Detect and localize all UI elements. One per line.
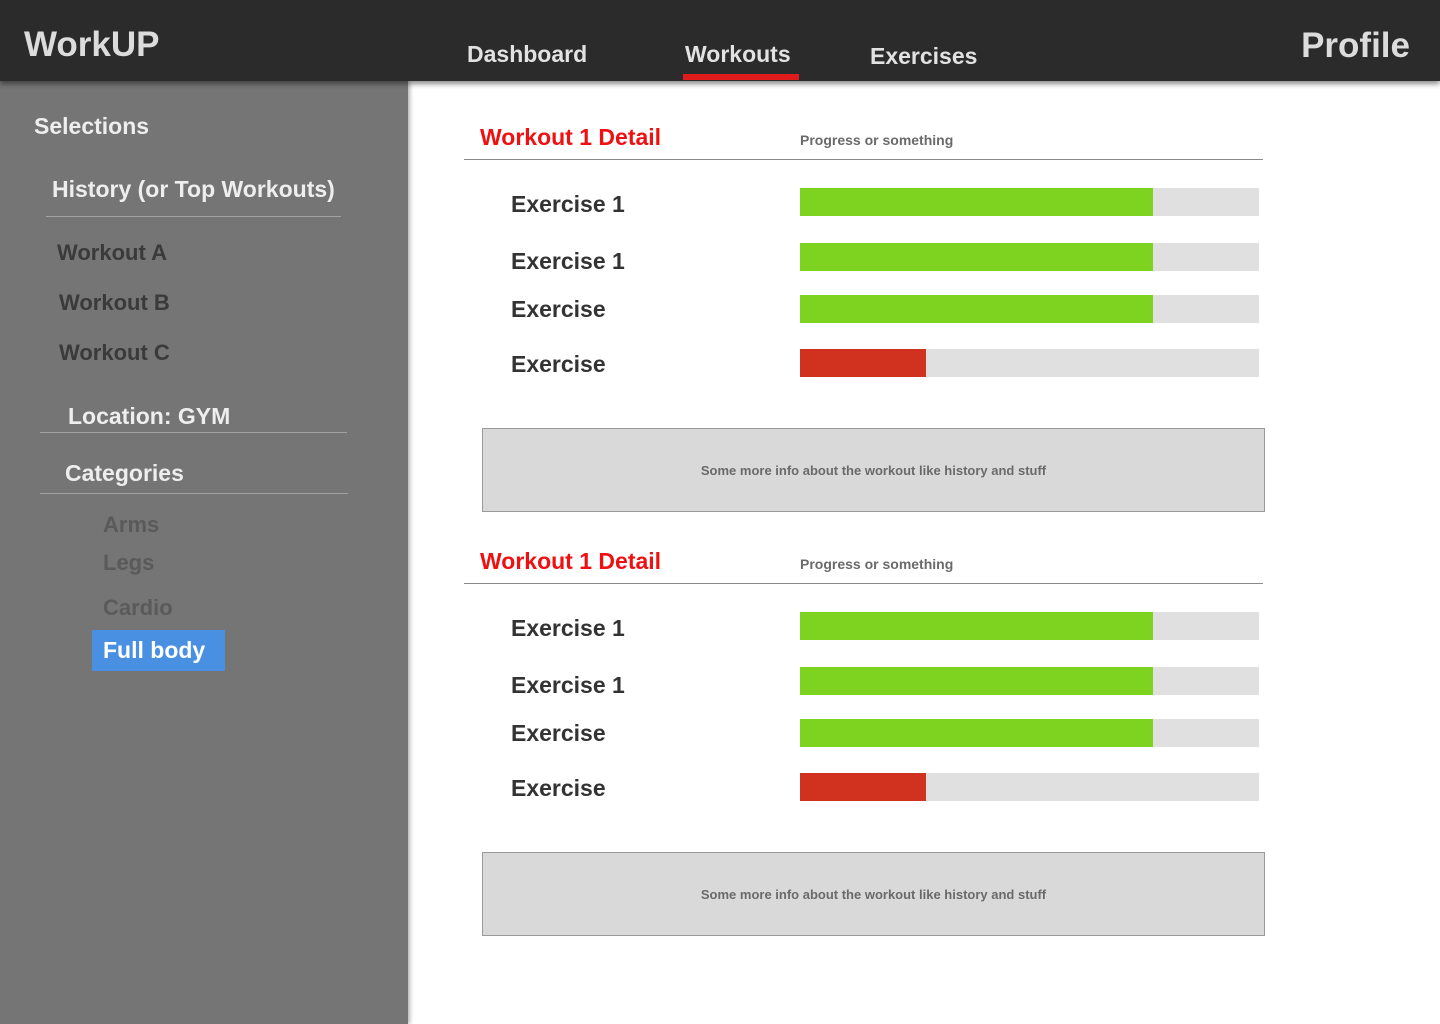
section-title: Workout 1 Detail bbox=[480, 124, 662, 150]
divider bbox=[46, 216, 341, 217]
divider bbox=[464, 583, 1263, 584]
progress-fill bbox=[800, 773, 927, 801]
exercise-row: Exercise bbox=[408, 773, 1440, 803]
progress-bar bbox=[800, 667, 1259, 695]
sidebar: Selections History (or Top Workouts) Wor… bbox=[0, 81, 408, 1024]
sidebar-heading: Selections bbox=[34, 113, 150, 139]
category-cardio[interactable]: Cardio bbox=[103, 594, 173, 622]
sidebar-item-workout-b[interactable]: Workout B bbox=[59, 289, 170, 317]
section-subtitle: Progress or something bbox=[800, 132, 954, 148]
section-title: Workout 1 Detail bbox=[480, 548, 662, 574]
tab-exercises[interactable]: Exercises bbox=[870, 42, 977, 70]
categories-heading: Categories bbox=[65, 460, 184, 486]
progress-fill bbox=[800, 188, 1154, 216]
progress-bar bbox=[800, 612, 1259, 640]
exercise-row: Exercise 1 bbox=[408, 188, 1440, 218]
exercise-row: Exercise 1 bbox=[408, 243, 1440, 275]
progress-bar bbox=[800, 719, 1259, 747]
progress-bar bbox=[800, 188, 1259, 216]
progress-fill bbox=[800, 243, 1154, 271]
progress-fill bbox=[800, 667, 1154, 695]
divider bbox=[464, 159, 1263, 160]
history-heading[interactable]: History (or Top Workouts) bbox=[52, 175, 335, 203]
exercise-row: Exercise bbox=[408, 349, 1440, 379]
exercise-label[interactable]: Exercise bbox=[511, 774, 606, 802]
exercise-label[interactable]: Exercise 1 bbox=[511, 190, 625, 218]
main-content: Workout 1 Detail Progress or something E… bbox=[408, 81, 1440, 1024]
exercise-label[interactable]: Exercise bbox=[511, 295, 606, 323]
section-subtitle: Progress or something bbox=[800, 556, 954, 572]
workout-info-box: Some more info about the workout like hi… bbox=[482, 428, 1265, 512]
location-selector[interactable]: Location: GYM bbox=[68, 402, 230, 430]
exercise-label[interactable]: Exercise bbox=[511, 350, 606, 378]
workout-detail-section: Workout 1 Detail Progress or something E… bbox=[408, 81, 1440, 512]
exercise-row: Exercise bbox=[408, 295, 1440, 325]
progress-bar bbox=[800, 243, 1259, 271]
progress-bar bbox=[800, 349, 1259, 377]
divider bbox=[40, 432, 347, 433]
exercise-label[interactable]: Exercise 1 bbox=[511, 247, 625, 275]
workout-detail-section: Workout 1 Detail Progress or something E… bbox=[408, 505, 1440, 936]
tab-dashboard[interactable]: Dashboard bbox=[467, 40, 587, 68]
progress-fill bbox=[800, 719, 1154, 747]
progress-bar bbox=[800, 295, 1259, 323]
progress-fill bbox=[800, 612, 1154, 640]
exercise-row: Exercise 1 bbox=[408, 667, 1440, 699]
category-full-body[interactable]: Full body bbox=[92, 630, 225, 671]
app-logo[interactable]: WorkUP bbox=[24, 24, 160, 66]
profile-link[interactable]: Profile bbox=[1301, 26, 1410, 66]
sidebar-item-workout-a[interactable]: Workout A bbox=[57, 239, 167, 267]
workout-info-box: Some more info about the workout like hi… bbox=[482, 852, 1265, 936]
exercise-label[interactable]: Exercise 1 bbox=[511, 614, 625, 642]
exercise-label[interactable]: Exercise 1 bbox=[511, 671, 625, 699]
tab-workouts[interactable]: Workouts bbox=[683, 40, 799, 80]
top-navigation-bar: WorkUP Dashboard Workouts Exercises Prof… bbox=[0, 0, 1440, 81]
category-legs[interactable]: Legs bbox=[103, 549, 154, 577]
category-arms[interactable]: Arms bbox=[103, 511, 159, 539]
progress-fill bbox=[800, 295, 1154, 323]
progress-fill bbox=[800, 349, 927, 377]
exercise-row: Exercise 1 bbox=[408, 612, 1440, 642]
exercise-row: Exercise bbox=[408, 719, 1440, 749]
divider bbox=[40, 493, 348, 494]
progress-bar bbox=[800, 773, 1259, 801]
sidebar-item-workout-c[interactable]: Workout C bbox=[59, 339, 170, 367]
exercise-label[interactable]: Exercise bbox=[511, 719, 606, 747]
